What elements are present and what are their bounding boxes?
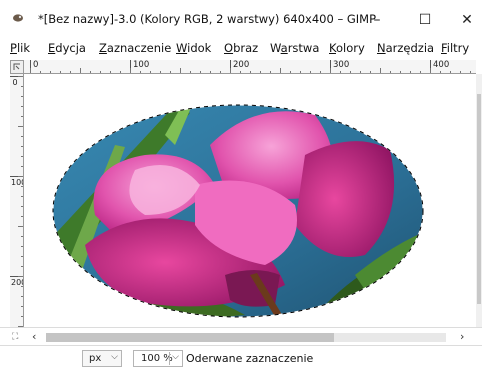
menu-zaznaczenie[interactable]: Zaznaczenie	[99, 41, 171, 55]
menu-warstwa[interactable]: Warstwa	[270, 41, 319, 55]
window-title: *[Bez nazwy]-3.0 (Kolory RGB, 2 warstwy)…	[38, 12, 377, 26]
status-message: Oderwane zaznaczenie	[186, 352, 314, 365]
zoom-select[interactable]: 100 % ⌵	[133, 350, 183, 367]
ruler-label-0: 0	[33, 60, 39, 70]
chevron-down-icon[interactable]: ⌵	[169, 352, 181, 365]
quick-mask-corner[interactable]	[10, 60, 24, 74]
flower-photo	[52, 104, 424, 318]
scroll-left-arrow[interactable]: ‹	[32, 330, 36, 343]
vertical-scrollbar[interactable]	[476, 74, 482, 327]
vruler-label-200: 200	[11, 278, 23, 287]
title-bar: *[Bez nazwy]-3.0 (Kolory RGB, 2 warstwy)…	[0, 0, 482, 38]
ruler-corner-icon	[13, 63, 20, 70]
vruler-label-100: 100	[11, 178, 23, 187]
vertical-ruler-ticks	[10, 76, 23, 327]
menu-widok[interactable]: Widok	[176, 41, 211, 55]
menu-obraz[interactable]: Obraz	[224, 41, 258, 55]
ruler-label-100: 100	[133, 60, 150, 70]
unit-value: px	[89, 353, 102, 364]
zoom-value: 100 %	[141, 353, 173, 364]
status-bar: px ⌵ 100 % ⌵ Oderwane zaznaczenie	[0, 345, 482, 369]
image-canvas[interactable]	[25, 75, 476, 327]
chevron-down-icon: ⌵	[111, 352, 118, 362]
scroll-right-arrow[interactable]: ›	[460, 330, 464, 343]
horizontal-scrollbar-thumb[interactable]	[46, 333, 334, 342]
horizontal-ruler-ticks	[30, 60, 471, 73]
menu-narzedzia[interactable]: Narzędzia	[377, 41, 434, 55]
vertical-ruler[interactable]: 0 100 200	[10, 74, 24, 327]
menu-edycja[interactable]: Edycja	[48, 41, 86, 55]
horizontal-ruler[interactable]: 0 100 200 300 400	[24, 60, 476, 74]
vruler-label-0: 0	[12, 78, 18, 87]
maximize-button[interactable]: ☐	[410, 8, 440, 32]
ruler-label-400: 400	[433, 60, 450, 70]
menu-plik[interactable]: Plik	[10, 41, 30, 55]
ruler-label-200: 200	[233, 60, 250, 70]
menu-bar: Plik Edycja Zaznaczenie Widok Obraz Wars…	[0, 38, 482, 60]
vertical-scrollbar-thumb[interactable]	[477, 94, 481, 304]
minimize-button[interactable]: –	[362, 8, 392, 32]
navigate-icon[interactable]: ⛶	[12, 332, 18, 342]
ruler-label-300: 300	[333, 60, 350, 70]
close-button[interactable]: ✕	[452, 8, 482, 32]
menu-kolory[interactable]: Kolory	[329, 41, 365, 55]
unit-select[interactable]: px ⌵	[82, 350, 122, 367]
gimp-icon	[13, 14, 23, 22]
menu-filtry[interactable]: Filtry	[441, 41, 469, 55]
horizontal-scrollbar[interactable]	[46, 333, 446, 342]
horizontal-scroll-row: ⛶ ‹ ›	[0, 327, 482, 345]
